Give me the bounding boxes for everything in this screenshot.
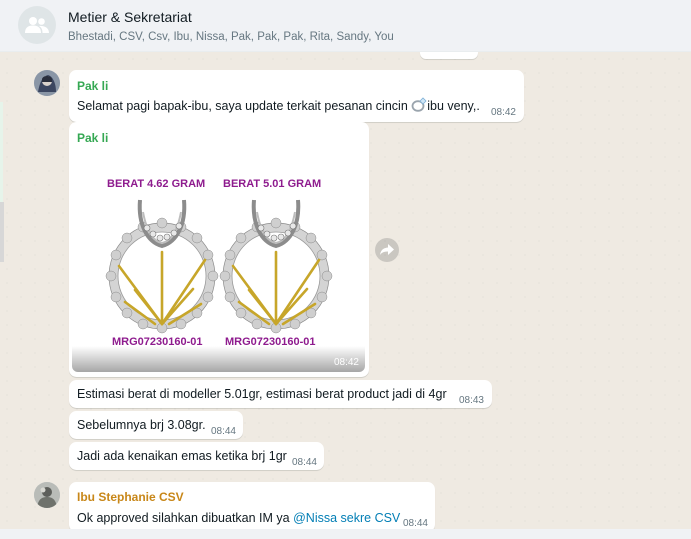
message-text: Sebelumnya brj 3.08gr. bbox=[77, 418, 206, 432]
chat-area[interactable]: Pak li Selamat pagi bapak-ibu, saya upda… bbox=[0, 52, 691, 539]
group-avatar[interactable] bbox=[18, 6, 56, 44]
message-time: 08:44 bbox=[291, 457, 317, 468]
ring-tree-right bbox=[219, 199, 333, 334]
mention-link[interactable]: @Nissa sekre CSV bbox=[293, 511, 400, 525]
sender-name[interactable]: Pak li bbox=[77, 78, 108, 94]
ring-tree-left bbox=[105, 199, 219, 334]
right-weight-label: BERAT 5.01 GRAM bbox=[223, 178, 322, 190]
message-bubble[interactable]: Estimasi berat di modeller 5.01gr, estim… bbox=[69, 380, 492, 408]
sender-name[interactable]: Pak li bbox=[77, 130, 108, 146]
message-time: 08:43 bbox=[458, 395, 484, 406]
message-time: 08:42 bbox=[490, 107, 516, 118]
message-time: 08:44 bbox=[402, 518, 428, 529]
ring-emoji bbox=[411, 97, 427, 112]
message-time: 08:42 bbox=[333, 357, 359, 368]
avatar-image bbox=[34, 482, 60, 508]
message-text-part: ibu veny,. bbox=[427, 99, 480, 113]
group-members: Bhestadi, CSV, Csv, Ibu, Nissa, Pak, Pak… bbox=[68, 31, 394, 43]
message-text: Jadi ada kenaikan emas ketika brj 1gr bbox=[77, 449, 287, 463]
ring-photo[interactable]: BERAT 4.62 GRAM BERAT 5.01 GRAM MRG07230… bbox=[72, 150, 365, 372]
left-edge-strip bbox=[0, 102, 3, 202]
message-bubble[interactable]: Sebelumnya brj 3.08gr. 08:44 bbox=[69, 411, 243, 439]
left-weight-label: BERAT 4.62 GRAM bbox=[107, 178, 206, 190]
message-text-part: Ok approved silahkan dibuatkan IM ya bbox=[77, 511, 294, 525]
image-message-bubble[interactable]: Pak li BERAT 4.62 GRAM BERAT 5.01 GRAM M… bbox=[69, 122, 369, 377]
message-time: 08:44 bbox=[210, 426, 236, 437]
group-icon bbox=[25, 17, 49, 33]
sender-name[interactable]: Ibu Stephanie CSV bbox=[77, 489, 184, 505]
previous-message-tail bbox=[420, 52, 478, 59]
image-shade bbox=[72, 346, 365, 372]
message-text-part: Selamat pagi bapak-ibu, saya update terk… bbox=[77, 99, 412, 113]
forward-button[interactable] bbox=[375, 238, 399, 262]
sender-avatar[interactable] bbox=[34, 70, 60, 96]
left-edge-marker bbox=[0, 202, 4, 262]
message-bubble[interactable]: Ibu Stephanie CSV Ok approved silahkan d… bbox=[69, 482, 435, 532]
group-title[interactable]: Metier & Sekretariat bbox=[68, 8, 394, 26]
message-text: Selamat pagi bapak-ibu, saya update terk… bbox=[77, 97, 480, 115]
message-bubble[interactable]: Jadi ada kenaikan emas ketika brj 1gr 08… bbox=[69, 442, 324, 470]
sender-avatar[interactable] bbox=[34, 482, 60, 508]
message-text: Ok approved silahkan dibuatkan IM ya @Ni… bbox=[77, 509, 400, 527]
avatar-image bbox=[34, 70, 60, 96]
chat-header[interactable]: Metier & Sekretariat Bhestadi, CSV, Csv,… bbox=[0, 0, 691, 52]
message-text: Estimasi berat di modeller 5.01gr, estim… bbox=[77, 387, 447, 401]
forward-icon bbox=[380, 244, 394, 255]
message-bubble[interactable]: Pak li Selamat pagi bapak-ibu, saya upda… bbox=[69, 70, 524, 122]
bottom-bar bbox=[0, 529, 691, 539]
